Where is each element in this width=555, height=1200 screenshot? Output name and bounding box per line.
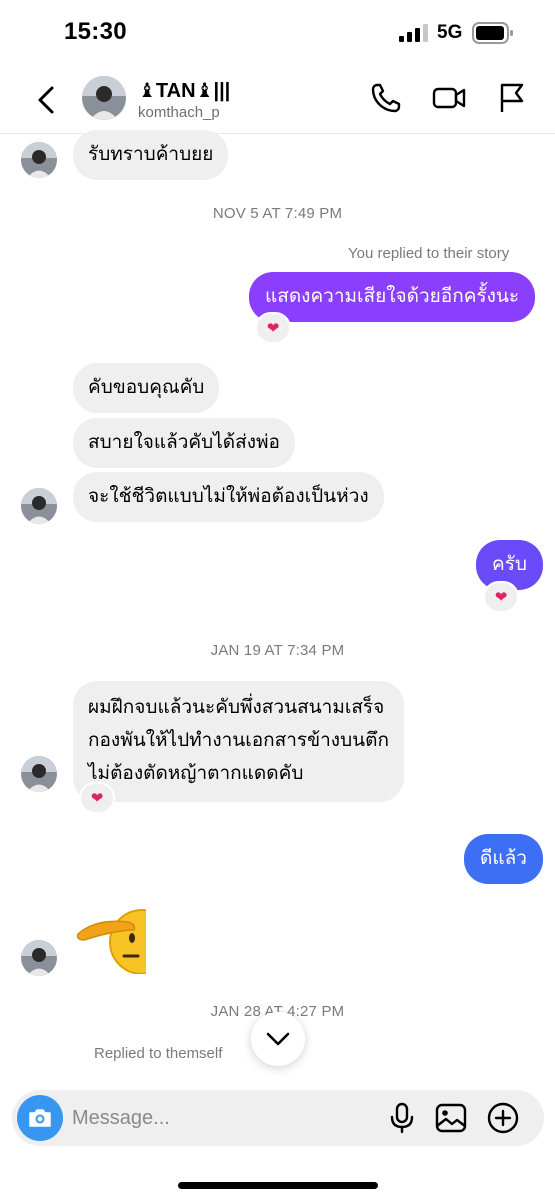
message-composer (12, 1090, 544, 1146)
chevron-down-icon (266, 1032, 290, 1046)
timestamp: JAN 19 AT 7:34 PM (210, 642, 345, 659)
message-line: ไม่ต้องตัดหญ้าตากแดดคับ (88, 763, 304, 784)
heart-reaction[interactable]: ❤ (79, 782, 115, 814)
heart-reaction[interactable]: ❤ (255, 312, 291, 344)
heart-icon: ❤ (90, 789, 104, 807)
contact-handle[interactable]: komthach_p (138, 104, 220, 121)
message-bubble-outgoing[interactable]: แสดงความเสียใจด้วยอีกครั้งนะ (249, 272, 536, 322)
back-arrow-icon[interactable] (32, 82, 62, 118)
story-reply-note: You replied to their story (348, 245, 510, 262)
message-input[interactable] (72, 1098, 372, 1138)
image-icon[interactable] (433, 1100, 469, 1136)
heart-icon: ❤ (494, 588, 508, 606)
timestamp: NOV 5 AT 7:49 PM (212, 205, 343, 222)
saluting-face-icon[interactable] (76, 904, 146, 974)
chat-header: ♝TAN♝||| komthach_p (0, 66, 555, 134)
microphone-icon[interactable] (384, 1100, 420, 1136)
message-bubble-incoming[interactable]: รับทราบค้าบยย (73, 130, 229, 180)
avatar[interactable] (21, 756, 57, 792)
avatar[interactable] (82, 76, 126, 120)
status-bar: 15:30 5G (0, 0, 555, 66)
message-bubble-incoming[interactable]: คับขอบคุณคับ (73, 363, 220, 413)
message-line: กองพันให้ไปทำงานเอกสารข้างบนตึก (88, 730, 389, 751)
network-label: 5G (437, 22, 463, 43)
heart-icon: ❤ (266, 319, 280, 337)
message-bubble-incoming[interactable]: จะใช้ชีวิตแบบไม่ให้พ่อต้องเป็นห่วง (73, 472, 384, 522)
status-time: 15:30 (64, 18, 127, 45)
camera-button[interactable] (17, 1095, 63, 1141)
camera-icon (29, 1109, 51, 1127)
heart-reaction[interactable]: ❤ (483, 581, 519, 613)
avatar[interactable] (21, 940, 57, 976)
phone-icon[interactable] (368, 80, 404, 116)
message-bubble-incoming[interactable]: ผมฝึกจบแล้วนะคับพึ่งสวนสนามเสร็จ กองพันใ… (73, 681, 404, 802)
flag-icon[interactable] (494, 80, 530, 116)
signal-icon (399, 24, 428, 42)
home-indicator (178, 1182, 378, 1189)
contact-name[interactable]: ♝TAN♝||| (138, 78, 230, 103)
battery-icon (472, 22, 513, 44)
message-bubble-outgoing[interactable]: ดีแล้ว (464, 834, 543, 884)
plus-circle-icon[interactable] (485, 1100, 521, 1136)
scroll-to-bottom-button[interactable] (251, 1012, 305, 1066)
avatar[interactable] (21, 488, 57, 524)
message-bubble-incoming[interactable]: สบายใจแล้วคับได้ส่งพ่อ (73, 418, 295, 468)
avatar[interactable] (21, 142, 57, 178)
message-line: ผมฝึกจบแล้วนะคับพึ่งสวนสนามเสร็จ (88, 697, 385, 718)
reply-note: Replied to themself (94, 1045, 223, 1062)
video-camera-icon[interactable] (431, 80, 467, 116)
